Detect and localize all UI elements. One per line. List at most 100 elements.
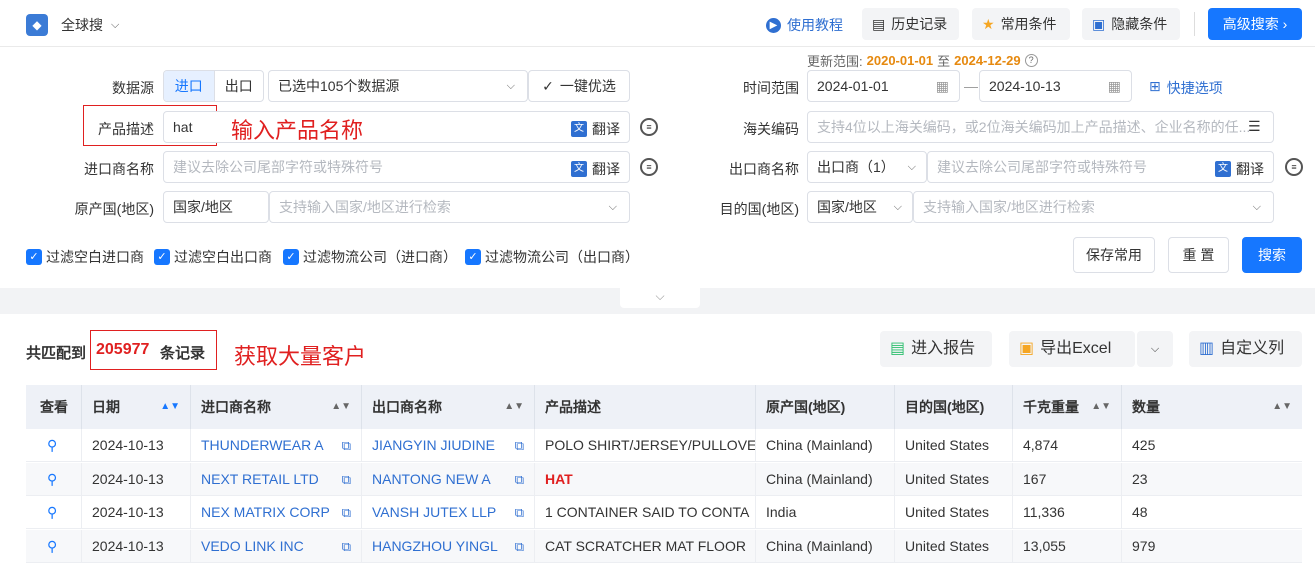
importer-input[interactable]: 建议去除公司尾部字符或特殊符号 <box>163 151 630 183</box>
columns-icon: ▥ <box>1199 340 1215 357</box>
filter-blank-exporter[interactable]: ✓ 过滤空白出口商 <box>154 247 272 267</box>
exporter-type-select[interactable]: 出口商（1） ⌵ <box>807 151 927 183</box>
reset-button[interactable]: 重 置 <box>1168 237 1229 273</box>
origin-type-select[interactable]: 国家/地区 <box>163 191 269 223</box>
collapse-toggle[interactable]: ⌵ <box>620 288 700 308</box>
weight-cell: 13,055 <box>1013 529 1122 563</box>
filter-label: 过滤物流公司（出口商） <box>485 249 639 265</box>
copy-icon[interactable]: ⧉ <box>515 530 524 563</box>
filter-logistics-exporter[interactable]: ✓ 过滤物流公司（出口商） <box>465 247 639 267</box>
sort-icon: ▲▼ <box>1091 401 1111 412</box>
filter-logistics-importer[interactable]: ✓ 过滤物流公司（进口商） <box>283 247 457 267</box>
translate-button[interactable]: 文 翻译 <box>571 119 620 139</box>
chevron-right-icon: › <box>1282 16 1288 32</box>
header-quantity[interactable]: 数量 ▲▼ <box>1122 385 1302 429</box>
results-suffix: 条记录 <box>160 345 206 362</box>
exporter-cell[interactable]: VANSH JUTEX LLP ⧉ <box>362 496 535 529</box>
header-weight[interactable]: 千克重量 ▲▼ <box>1013 385 1122 429</box>
help-icon[interactable]: ? <box>1024 54 1038 67</box>
header-importer[interactable]: 进口商名称 ▲▼ <box>191 385 362 429</box>
importer-cell[interactable]: VEDO LINK INC ⧉ <box>191 529 362 563</box>
cell-text: HAT <box>545 470 573 487</box>
cell-text: United States <box>905 437 990 453</box>
save-common-button[interactable]: 保存常用 <box>1073 237 1155 273</box>
cell-text: China (Mainland) <box>766 437 873 453</box>
importer-cell[interactable]: NEX MATRIX CORP ⧉ <box>191 496 362 529</box>
date-separator: — <box>964 78 978 94</box>
importer-cell[interactable]: NEXT RETAIL LTD ⧉ <box>191 462 362 496</box>
view-search-icon[interactable]: ⚲ <box>26 529 82 563</box>
history-button[interactable]: ▤ 历史记录 <box>862 8 959 40</box>
origin-placeholder: 支持输入国家/地区进行检索 <box>279 199 451 215</box>
report-label: 进入报告 <box>911 340 976 357</box>
importer-translate-button[interactable]: 文 翻译 <box>571 159 620 179</box>
tab-export[interactable]: 出口 <box>213 71 264 101</box>
header-date[interactable]: 日期 ▲▼ <box>82 385 191 429</box>
magnify-search-icon[interactable]: ≡ <box>640 158 658 176</box>
list-icon[interactable]: ☰ <box>1248 118 1261 135</box>
copy-icon[interactable]: ⧉ <box>342 429 351 462</box>
copy-icon[interactable]: ⧉ <box>342 463 351 496</box>
common-conditions-button[interactable]: ★ 常用条件 <box>972 8 1070 40</box>
calendar-icon: ▦ <box>935 78 949 94</box>
search-button[interactable]: 搜索 <box>1242 237 1302 273</box>
copy-icon[interactable]: ⧉ <box>342 530 351 563</box>
quantity-cell: 23 <box>1122 463 1302 496</box>
one-click-optimize-button[interactable]: ✓ 一键优选 <box>528 70 630 102</box>
destination-input[interactable]: 支持输入国家/地区进行检索 ⌵ <box>913 191 1274 223</box>
checkbox-checked-icon: ✓ <box>26 249 42 265</box>
custom-columns-button[interactable]: ▥ 自定义列 <box>1189 331 1302 367</box>
quick-options-link[interactable]: ⊞ 快捷选项 <box>1149 78 1223 98</box>
app-switcher[interactable]: 全球搜 ⌵ <box>61 15 119 35</box>
weight-cell: 11,336 <box>1013 496 1122 529</box>
translate-label: 翻译 <box>592 161 620 177</box>
cell-text: POLO SHIRT/JERSEY/PULLOVE <box>545 437 756 453</box>
cell-text: 2024-10-13 <box>92 537 164 554</box>
header-destination: 目的国(地区) <box>895 385 1013 429</box>
end-date-input[interactable]: 2024-10-13 ▦ <box>979 70 1132 102</box>
filter-blank-importer[interactable]: ✓ 过滤空白进口商 <box>26 247 144 267</box>
copy-icon[interactable]: ⧉ <box>342 496 351 529</box>
report-button[interactable]: ▤ 进入报告 <box>880 331 992 367</box>
exporter-cell[interactable]: JIANGYIN JIUDINE ⧉ <box>362 429 535 462</box>
view-search-icon[interactable]: ⚲ <box>26 462 82 496</box>
cell-text: NANTONG NEW A <box>372 470 491 487</box>
table-row: ⚲ 2024-10-13 THUNDERWEAR A ⧉ JIANGYIN JIUDIN… <box>26 429 1302 462</box>
exporter-translate-button[interactable]: 文 翻译 <box>1215 159 1264 179</box>
cell-text: 2024-10-13 <box>92 504 164 520</box>
hidden-conditions-button[interactable]: ▣ 隐藏条件 <box>1082 8 1180 40</box>
product-label: 产品描述 <box>98 121 154 137</box>
origin-type-value: 国家/地区 <box>173 199 233 215</box>
export-excel-button[interactable]: ▣ 导出Excel <box>1009 331 1135 367</box>
checkbox-checked-icon: ✓ <box>465 249 481 265</box>
importer-placeholder: 建议去除公司尾部字符或特殊符号 <box>173 159 383 175</box>
advanced-label: 高级搜索 <box>1222 16 1279 32</box>
view-search-icon[interactable]: ⚲ <box>26 496 82 529</box>
exporter-cell[interactable]: HANGZHOU YINGL ⧉ <box>362 529 535 563</box>
origin-label: 原产国(地区) <box>74 201 154 217</box>
export-dropdown-button[interactable]: ⌵ <box>1137 331 1173 367</box>
copy-icon[interactable]: ⧉ <box>515 463 524 496</box>
cell-text: India <box>766 504 797 520</box>
destination-type-select[interactable]: 国家/地区 ⌵ <box>807 191 913 223</box>
tab-import[interactable]: 进口 <box>164 71 214 101</box>
date-cell: 2024-10-13 <box>82 462 191 496</box>
copy-icon[interactable]: ⧉ <box>515 429 524 462</box>
cell-text: United States <box>905 537 990 554</box>
data-source-select[interactable]: 已选中105个数据源 ⌵ <box>268 70 528 102</box>
hs-code-input[interactable]: 支持4位以上海关编码，或2位海关编码加上产品描述、企业名称的任... <box>807 111 1274 143</box>
copy-icon[interactable]: ⧉ <box>515 496 524 529</box>
destination-cell: United States <box>895 462 1013 496</box>
origin-input[interactable]: 支持输入国家/地区进行检索 ⌵ <box>269 191 630 223</box>
start-date-input[interactable]: 2024-01-01 ▦ <box>807 70 960 102</box>
advanced-search-button[interactable]: 高级搜索 › <box>1208 8 1302 40</box>
chevron-down-icon: ⌵ <box>1252 201 1261 213</box>
view-search-icon[interactable]: ⚲ <box>26 429 82 462</box>
importer-cell[interactable]: THUNDERWEAR A ⧉ <box>191 429 362 462</box>
magnify-search-icon[interactable]: ≡ <box>640 118 658 136</box>
exporter-cell[interactable]: NANTONG NEW A ⧉ <box>362 462 535 496</box>
tutorial-link[interactable]: ▶ 使用教程 <box>766 15 843 35</box>
cell-text: 2024-10-13 <box>92 470 164 487</box>
header-exporter[interactable]: 出口商名称 ▲▼ <box>362 385 535 429</box>
magnify-search-icon[interactable]: ≡ <box>1285 158 1303 176</box>
